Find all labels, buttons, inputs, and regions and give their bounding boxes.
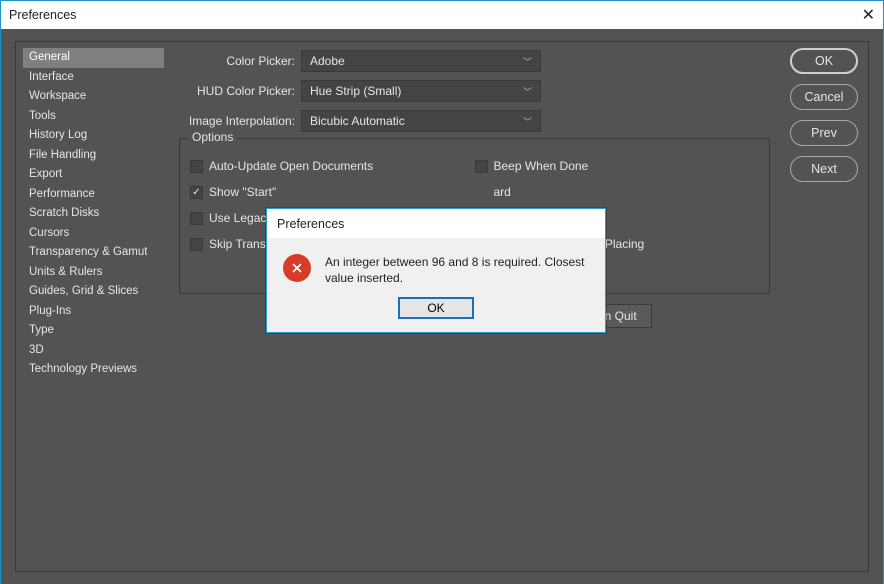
sidebar-item-file-handling[interactable]: File Handling xyxy=(23,146,164,166)
dropdown-interpolation[interactable]: Bicubic Automatic ﹀ xyxy=(301,110,541,132)
sidebar-item-history-log[interactable]: History Log xyxy=(23,126,164,146)
checkbox[interactable] xyxy=(190,238,203,251)
option-row: Auto-Update Open Documents xyxy=(190,153,475,179)
sidebar-item-technology-previews[interactable]: Technology Previews xyxy=(23,360,164,380)
row-interpolation: Image Interpolation: Bicubic Automatic ﹀ xyxy=(179,108,770,134)
option-label: Beep When Done xyxy=(494,159,589,173)
error-icon xyxy=(283,254,311,282)
option-label: ard xyxy=(494,185,511,199)
sidebar-item-transparency-gamut[interactable]: Transparency & Gamut xyxy=(23,243,164,263)
label-color-picker: Color Picker: xyxy=(179,54,301,68)
sidebar-item-plug-ins[interactable]: Plug-Ins xyxy=(23,302,164,322)
error-ok-button[interactable]: OK xyxy=(399,298,473,318)
checkbox[interactable] xyxy=(190,186,203,199)
option-label: Show "Start" xyxy=(209,185,276,199)
close-icon[interactable]: ✕ xyxy=(862,5,875,25)
next-button[interactable]: Next xyxy=(790,156,858,182)
titlebar: Preferences ✕ xyxy=(1,1,883,29)
sidebar-item-performance[interactable]: Performance xyxy=(23,185,164,205)
window-body: GeneralInterfaceWorkspaceToolsHistory Lo… xyxy=(1,29,883,584)
chevron-down-icon: ﹀ xyxy=(523,55,532,68)
error-dialog: Preferences An integer between 96 and 8 … xyxy=(266,208,606,333)
sidebar-item-export[interactable]: Export xyxy=(23,165,164,185)
preferences-window: Preferences ✕ GeneralInterfaceWorkspaceT… xyxy=(0,0,884,584)
dropdown-interpolation-value: Bicubic Automatic xyxy=(310,114,405,128)
sidebar-item-cursors[interactable]: Cursors xyxy=(23,224,164,244)
row-hud-picker: HUD Color Picker: Hue Strip (Small) ﹀ xyxy=(179,78,770,104)
sidebar-item-units-rulers[interactable]: Units & Rulers xyxy=(23,263,164,283)
sidebar-item-workspace[interactable]: Workspace xyxy=(23,87,164,107)
checkbox[interactable] xyxy=(475,160,488,173)
chevron-down-icon: ﹀ xyxy=(523,85,532,98)
sidebar-item-scratch-disks[interactable]: Scratch Disks xyxy=(23,204,164,224)
sidebar-item-general[interactable]: General xyxy=(23,48,164,68)
sidebar-item-type[interactable]: Type xyxy=(23,321,164,341)
option-row: ard xyxy=(475,179,760,205)
sidebar-item-interface[interactable]: Interface xyxy=(23,68,164,88)
checkbox[interactable] xyxy=(190,160,203,173)
row-color-picker: Color Picker: Adobe ﹀ xyxy=(179,48,770,74)
dialog-buttons: OK Cancel Prev Next xyxy=(790,48,858,182)
label-hud-picker: HUD Color Picker: xyxy=(179,84,301,98)
checkbox[interactable] xyxy=(190,212,203,225)
dropdown-color-picker-value: Adobe xyxy=(310,54,345,68)
error-dialog-title: Preferences xyxy=(267,208,605,238)
prev-button[interactable]: Prev xyxy=(790,120,858,146)
option-label: Auto-Update Open Documents xyxy=(209,159,373,173)
option-row: Show "Start" xyxy=(190,179,475,205)
dropdown-hud-picker-value: Hue Strip (Small) xyxy=(310,84,401,98)
window-title: Preferences xyxy=(9,8,76,22)
sidebar-item-3d[interactable]: 3D xyxy=(23,341,164,361)
label-interpolation: Image Interpolation: xyxy=(179,114,301,128)
dropdown-color-picker[interactable]: Adobe ﹀ xyxy=(301,50,541,72)
error-message: An integer between 96 and 8 is required.… xyxy=(325,254,589,286)
cancel-button[interactable]: Cancel xyxy=(790,84,858,110)
options-legend: Options xyxy=(188,130,237,144)
sidebar: GeneralInterfaceWorkspaceToolsHistory Lo… xyxy=(23,48,164,380)
ok-button[interactable]: OK xyxy=(790,48,858,74)
chevron-down-icon: ﹀ xyxy=(523,115,532,128)
sidebar-item-tools[interactable]: Tools xyxy=(23,107,164,127)
sidebar-item-guides-grid-slices[interactable]: Guides, Grid & Slices xyxy=(23,282,164,302)
option-row: Beep When Done xyxy=(475,153,760,179)
dropdown-hud-picker[interactable]: Hue Strip (Small) ﹀ xyxy=(301,80,541,102)
